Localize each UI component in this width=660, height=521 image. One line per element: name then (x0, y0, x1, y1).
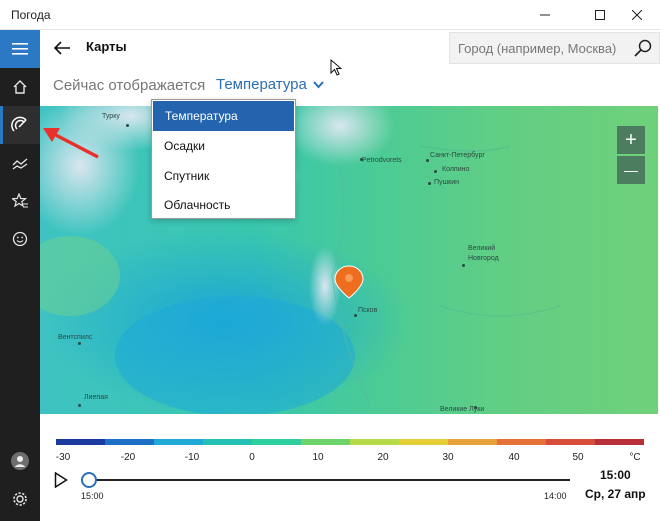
search-box[interactable] (449, 32, 660, 64)
hamburger-menu-button[interactable] (0, 30, 40, 68)
star-list-icon (12, 193, 28, 208)
minimize-button[interactable] (522, 0, 568, 30)
legend-color-segment (595, 439, 644, 445)
city-dot (78, 342, 81, 345)
legend-color-segment (105, 439, 154, 445)
city-dot (126, 124, 129, 127)
legend-label: 50 (572, 452, 584, 463)
legend-label: 20 (377, 452, 389, 463)
chevron-down-icon (313, 80, 324, 88)
city-label: Великий (468, 245, 496, 252)
temperature-map-image (40, 106, 658, 414)
nav-maps[interactable] (0, 106, 40, 144)
zoom-out-button[interactable]: — (617, 156, 645, 184)
legend-label: 30 (442, 452, 454, 463)
smiley-icon (12, 231, 28, 247)
radar-maps-icon (11, 116, 27, 132)
nav-favorites[interactable] (0, 182, 40, 220)
gear-icon (13, 492, 27, 506)
annotation-arrow-icon (43, 128, 99, 159)
legend-color-segment (56, 439, 105, 445)
timeline-start-label: 15:00 (81, 491, 104, 501)
zoom-in-button[interactable]: + (617, 126, 645, 154)
city-label: Великие Луки (440, 406, 485, 413)
city-dot (426, 159, 429, 162)
window-title: Погода (11, 8, 51, 22)
home-icon (13, 80, 27, 94)
dropdown-option-satellite[interactable]: Спутник (152, 161, 295, 191)
timeline-track[interactable] (82, 479, 570, 481)
city-label: Санкт-Петербург (430, 152, 485, 159)
legend-label: -30 (55, 452, 71, 463)
close-button[interactable] (614, 0, 660, 30)
legend-color-segment (154, 439, 203, 445)
legend-color-segment (301, 439, 350, 445)
city-dot (428, 182, 431, 185)
legend-color-segment (350, 439, 399, 445)
current-time: 15:00 (600, 468, 631, 482)
city-dot (462, 264, 465, 267)
city-dot (434, 170, 437, 173)
temperature-legend-bar (56, 439, 644, 445)
legend-label: 40 (508, 452, 520, 463)
search-input[interactable] (458, 33, 626, 63)
layer-selected-value: Температура (216, 76, 307, 93)
city-dot (354, 314, 357, 317)
current-date: Ср, 27 апр (585, 487, 646, 501)
legend-labels: -30 -20 -10 0 10 20 30 40 50 °C (0, 452, 660, 466)
city-label: Колпино (442, 166, 470, 173)
zoom-out-icon: — (624, 162, 638, 178)
legend-label: 10 (312, 452, 324, 463)
nav-settings[interactable] (0, 480, 40, 518)
page-header: Карты (40, 30, 660, 66)
nav-rail (0, 30, 40, 521)
mouse-cursor-icon (330, 59, 342, 76)
back-button[interactable] (50, 36, 74, 60)
layer-selector[interactable]: Температура (216, 76, 324, 93)
nav-forecast[interactable] (0, 68, 40, 106)
legend-color-segment (203, 439, 252, 445)
zoom-in-icon: + (625, 128, 637, 151)
page-title: Карты (86, 39, 127, 54)
dropdown-option-cloudiness[interactable]: Облачность (152, 191, 295, 221)
city-label: Пушкин (434, 179, 459, 186)
city-label: Лиепая (84, 394, 108, 401)
legend-label: -20 (120, 452, 136, 463)
legend-label: °C (629, 452, 641, 463)
city-label: Псков (358, 307, 378, 314)
title-bar: Погода (0, 0, 660, 30)
maximize-icon (595, 10, 605, 20)
nav-historical-weather[interactable] (0, 144, 40, 182)
city-dot (78, 404, 81, 407)
city-label: Вентспилс (58, 334, 93, 341)
close-icon (632, 10, 642, 20)
legend-label: 0 (249, 452, 255, 463)
legend-color-segment (252, 439, 301, 445)
search-icon[interactable] (633, 38, 653, 58)
city-label: Турку (102, 113, 120, 120)
layer-dropdown-menu: Температура Осадки Спутник Облачность (151, 99, 296, 219)
back-arrow-icon (53, 41, 70, 55)
legend-color-segment (546, 439, 595, 445)
city-label: Petrodvorets (362, 157, 402, 164)
minimize-icon (540, 14, 550, 16)
chart-line-icon (12, 158, 28, 170)
legend-label: -10 (184, 452, 200, 463)
weather-map[interactable]: Турку Petrodvorets Санкт-Петербург Колпи… (40, 106, 658, 414)
timeline-thumb[interactable] (81, 472, 97, 488)
play-icon (54, 472, 68, 488)
nav-feedback[interactable] (0, 220, 40, 258)
legend-color-segment (497, 439, 546, 445)
dropdown-option-precipitation[interactable]: Осадки (152, 132, 295, 162)
dropdown-option-temperature[interactable]: Температура (153, 101, 294, 131)
play-button[interactable] (54, 472, 68, 488)
showing-label: Сейчас отображается (53, 77, 206, 94)
legend-color-segment (448, 439, 497, 445)
timeline-end-label: 14:00 (544, 491, 567, 501)
hamburger-icon (12, 43, 28, 55)
city-label: Новгород (468, 255, 499, 262)
legend-color-segment (399, 439, 448, 445)
